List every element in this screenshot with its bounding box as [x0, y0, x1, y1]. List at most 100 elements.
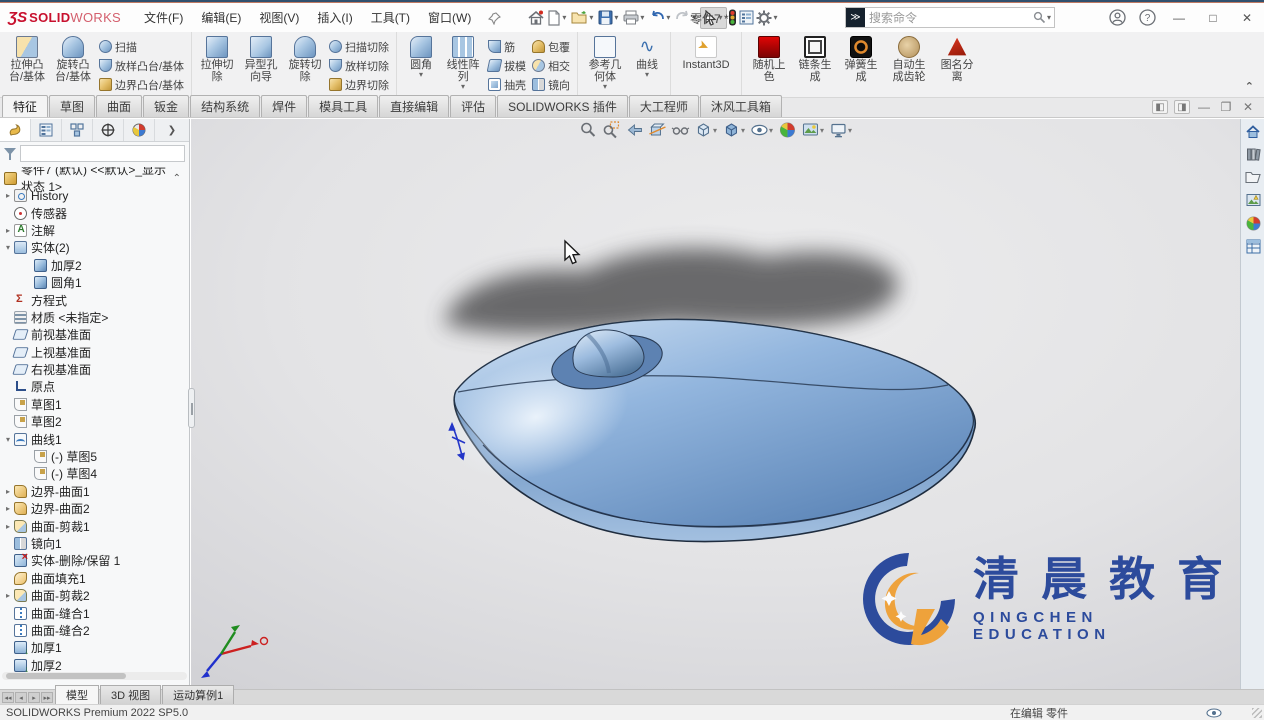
chain-generate-button[interactable]: 链条生 成: [792, 34, 838, 85]
maximize-button[interactable]: □: [1196, 5, 1230, 31]
tab-scroll-next[interactable]: ▸: [28, 692, 40, 703]
reference-geometry-button[interactable]: 参考几 何体▾: [582, 34, 628, 93]
tree-scroll-up-icon[interactable]: ⌃: [173, 173, 181, 184]
tree-item[interactable]: 草图1: [0, 396, 189, 413]
view-palette-button[interactable]: [1242, 189, 1264, 211]
tab-scroll-first[interactable]: ◂◂: [2, 692, 14, 703]
expand-arrow-icon[interactable]: [2, 487, 14, 496]
model-view-tab[interactable]: 运动算例1: [162, 685, 234, 704]
document-close-button[interactable]: ✕: [1240, 100, 1256, 114]
drawing-split-button[interactable]: 图名分 离: [934, 34, 980, 85]
resize-grip[interactable]: [1252, 708, 1262, 718]
revolved-boss-button[interactable]: 旋转凸 台/基体: [50, 34, 96, 85]
task-list-button[interactable]: [738, 8, 755, 27]
commandmanager-tab[interactable]: 特征: [2, 95, 48, 117]
dropdown-caret[interactable]: ▾: [589, 13, 593, 22]
save-button[interactable]: ▾: [597, 8, 622, 27]
command-search[interactable]: ≫ ▾: [845, 7, 1055, 28]
spring-generate-button[interactable]: 弹簧生 成: [838, 34, 884, 85]
tree-item[interactable]: 传感器: [0, 204, 189, 221]
tree-root-item[interactable]: 零件7 (默认) <<默认>_显示状态 1> ⌃: [0, 169, 189, 187]
tree-item[interactable]: 加厚2: [0, 257, 189, 274]
configurationmanager-tab[interactable]: [62, 119, 93, 141]
expand-arrow-icon[interactable]: [2, 591, 14, 600]
dropdown-caret[interactable]: ▾: [614, 13, 618, 22]
expand-arrow-icon[interactable]: [2, 435, 14, 444]
tree-item[interactable]: 曲面填充1: [0, 570, 189, 587]
commandmanager-tab[interactable]: 结构系统: [190, 95, 260, 117]
design-library-button[interactable]: [1242, 143, 1264, 165]
file-explorer-button[interactable]: [1242, 166, 1264, 188]
tree-item[interactable]: 曲面-剪裁2: [0, 587, 189, 604]
search-icon[interactable]: [1033, 11, 1046, 24]
menu-item[interactable]: 工具(T): [362, 5, 419, 30]
expand-arrow-icon[interactable]: [2, 522, 14, 531]
tree-item[interactable]: 加厚1: [0, 639, 189, 656]
panel-tabs-overflow[interactable]: ❯: [155, 119, 189, 141]
menu-item[interactable]: 视图(V): [250, 5, 308, 30]
random-color-button[interactable]: 随机上 色: [746, 34, 792, 85]
account-button[interactable]: [1102, 5, 1132, 31]
fillet-button[interactable]: 圆角▾: [401, 34, 441, 81]
tree-item[interactable]: 边界-曲面1: [0, 483, 189, 500]
tree-item[interactable]: (-) 草图4: [0, 465, 189, 482]
draft-button[interactable]: 拔模: [485, 56, 529, 75]
rib-button[interactable]: 筋: [485, 37, 529, 56]
mirror-button[interactable]: 镜向: [529, 75, 573, 94]
lofted-cut-button[interactable]: 放样切除: [326, 56, 392, 75]
tree-filter-input[interactable]: [20, 145, 185, 162]
revolved-cut-button[interactable]: 旋转切 除: [284, 34, 326, 85]
commandmanager-tab[interactable]: 草图: [49, 95, 95, 117]
tab-scroll-last[interactable]: ▸▸: [41, 692, 53, 703]
tree-item[interactable]: 草图2: [0, 413, 189, 430]
extruded-boss-button[interactable]: 拉伸凸 台/基体: [4, 34, 50, 85]
dimxpertmanager-tab[interactable]: [93, 119, 124, 141]
tree-item[interactable]: 前视基准面: [0, 326, 189, 343]
tree-item[interactable]: 边界-曲面2: [0, 500, 189, 517]
swept-boss-button[interactable]: 扫描: [96, 37, 187, 56]
dropdown-caret[interactable]: ▾: [773, 13, 777, 22]
auto-gear-button[interactable]: 自动生 成齿轮: [884, 34, 934, 85]
expand-arrow-icon[interactable]: [2, 191, 14, 200]
curves-caret[interactable]: ▾: [645, 71, 649, 79]
linear-pattern-caret[interactable]: ▾: [461, 83, 465, 91]
tree-item[interactable]: 曲线1: [0, 430, 189, 447]
tree-item[interactable]: 注解: [0, 222, 189, 239]
options-button[interactable]: ▾: [755, 8, 781, 28]
tree-item[interactable]: 圆角1: [0, 274, 189, 291]
rebuild-button[interactable]: [727, 7, 738, 28]
search-input[interactable]: [865, 11, 1033, 25]
ribbon-collapse-arrow[interactable]: ⌃: [1245, 80, 1254, 93]
wrap-button[interactable]: 包覆: [529, 37, 573, 56]
search-dropdown-caret[interactable]: ▾: [1047, 13, 1051, 22]
commandmanager-tab[interactable]: 模具工具: [308, 95, 378, 117]
tree-item[interactable]: 方程式: [0, 291, 189, 308]
commandmanager-tab[interactable]: 焊件: [261, 95, 307, 117]
commandmanager-tab[interactable]: 曲面: [96, 95, 142, 117]
commandmanager-tab[interactable]: 直接编辑: [379, 95, 449, 117]
instant3d-button[interactable]: Instant3D: [675, 34, 737, 73]
tree-item[interactable]: 上视基准面: [0, 344, 189, 361]
commandmanager-tab[interactable]: 评估: [450, 95, 496, 117]
displaymanager-tab[interactable]: [124, 119, 155, 141]
curves-button[interactable]: ∿曲线▾: [628, 34, 666, 81]
tree-item[interactable]: 材质 <未指定>: [0, 309, 189, 326]
menu-item[interactable]: 编辑(E): [192, 5, 250, 30]
commandmanager-tab[interactable]: 钣金: [143, 95, 189, 117]
previous-document-button[interactable]: ◧: [1152, 100, 1168, 114]
extruded-cut-button[interactable]: 拉伸切 除: [196, 34, 238, 85]
boundary-boss-button[interactable]: 边界凸台/基体: [96, 75, 187, 94]
swept-cut-button[interactable]: 扫描切除: [326, 37, 392, 56]
graphics-viewport[interactable]: ▾ ▾ ▾ ▾ ▾: [191, 119, 1240, 690]
dropdown-caret[interactable]: ▾: [666, 13, 670, 22]
help-button[interactable]: ?: [1132, 5, 1162, 31]
close-button[interactable]: ✕: [1230, 5, 1264, 31]
tree-item[interactable]: 实体-删除/保留 1: [0, 552, 189, 569]
panel-splitter-handle[interactable]: [188, 388, 195, 428]
linear-pattern-button[interactable]: 线性阵 列▾: [441, 34, 485, 93]
commandmanager-tab[interactable]: 沐风工具箱: [700, 95, 782, 117]
boundary-cut-button[interactable]: 边界切除: [326, 75, 392, 94]
featuremanager-tree-tab[interactable]: [0, 119, 31, 141]
model-view-tab[interactable]: 3D 视图: [100, 685, 161, 704]
tree-item[interactable]: 曲面-缝合2: [0, 622, 189, 639]
